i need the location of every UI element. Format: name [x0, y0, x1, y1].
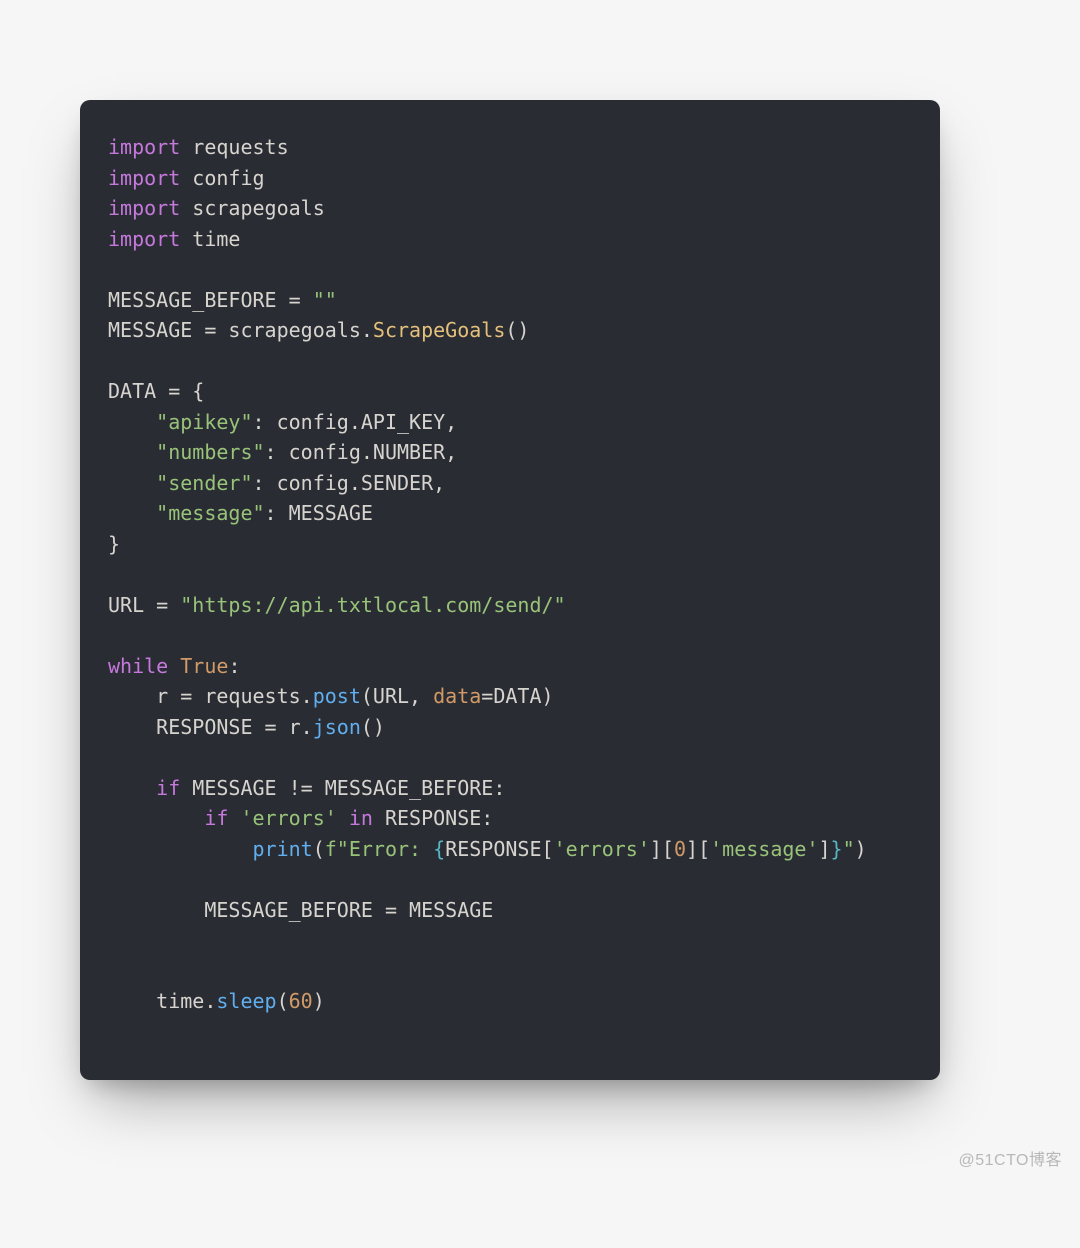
resp-tail: ()	[361, 715, 385, 739]
val-sender: : config.SENDER,	[253, 471, 446, 495]
interp-mid2: ][	[686, 837, 710, 861]
val-message: : MESSAGE	[265, 501, 373, 525]
kw-if: if	[204, 806, 228, 830]
cond-1: MESSAGE != MESSAGE_BEFORE:	[180, 776, 505, 800]
resp-decl: RESPONSE = r.	[108, 715, 313, 739]
err-k2: 'message'	[710, 837, 818, 861]
kw-import: import	[108, 227, 180, 251]
sleep-open: (	[277, 989, 289, 1013]
key-apikey: "apikey"	[156, 410, 252, 434]
r-decl: r = requests.	[108, 684, 313, 708]
scrapegoals-class: ScrapeGoals	[373, 318, 505, 342]
cond-2b: RESPONSE:	[385, 806, 493, 830]
fstring-prefix: f"Error:	[325, 837, 433, 861]
fn-print: print	[253, 837, 313, 861]
code-card: import requests import config import scr…	[80, 100, 940, 1080]
print-open: (	[313, 837, 325, 861]
fn-json: json	[313, 715, 361, 739]
print-close: )	[855, 837, 867, 861]
kw-import: import	[108, 196, 180, 220]
interp-open: {	[433, 837, 445, 861]
kw-import: import	[108, 166, 180, 190]
const-true: True	[180, 654, 228, 678]
cond-2a	[228, 806, 240, 830]
code-block: import requests import config import scr…	[108, 132, 940, 1017]
data-head: DATA = {	[108, 379, 204, 403]
key-message: "message"	[156, 501, 264, 525]
fn-sleep: sleep	[216, 989, 276, 1013]
sleep-close: )	[313, 989, 325, 1013]
assign-back: MESSAGE_BEFORE = MESSAGE	[108, 898, 493, 922]
fstring-suffix: "	[843, 837, 855, 861]
kwarg-data: data	[433, 684, 481, 708]
fn-post: post	[313, 684, 361, 708]
data-tail: }	[108, 532, 120, 556]
kw-while: while	[108, 654, 168, 678]
r-args-close: =DATA)	[481, 684, 553, 708]
interp-end: ]	[819, 837, 831, 861]
interp-mid: ][	[650, 837, 674, 861]
err-k1: 'errors'	[554, 837, 650, 861]
interp-body: RESPONSE[	[445, 837, 553, 861]
url-string: "https://api.txtlocal.com/send/"	[180, 593, 565, 617]
watermark-text: @51CTO博客	[958, 1146, 1062, 1170]
r-args-open: (URL,	[361, 684, 433, 708]
msg-before-decl: MESSAGE_BEFORE =	[108, 288, 313, 312]
val-apikey: : config.API_KEY,	[253, 410, 458, 434]
colon: :	[228, 654, 240, 678]
key-numbers: "numbers"	[156, 440, 264, 464]
str-errors: 'errors'	[240, 806, 336, 830]
sleep-pad: time.	[108, 989, 216, 1013]
mod-scrapegoals: scrapegoals	[192, 196, 324, 220]
mod-time: time	[192, 227, 240, 251]
mod-requests: requests	[192, 135, 288, 159]
num-sixty: 60	[289, 989, 313, 1013]
idx-zero: 0	[674, 837, 686, 861]
val-numbers: : config.NUMBER,	[265, 440, 458, 464]
kw-in: in	[337, 806, 385, 830]
key-sender: "sender"	[156, 471, 252, 495]
print-pad	[108, 837, 253, 861]
interp-close: }	[831, 837, 843, 861]
msg-decl: MESSAGE = scrapegoals.	[108, 318, 373, 342]
url-decl: URL =	[108, 593, 180, 617]
kw-if: if	[156, 776, 180, 800]
parens: ()	[505, 318, 529, 342]
kw-import: import	[108, 135, 180, 159]
mod-config: config	[192, 166, 264, 190]
empty-string: ""	[313, 288, 337, 312]
